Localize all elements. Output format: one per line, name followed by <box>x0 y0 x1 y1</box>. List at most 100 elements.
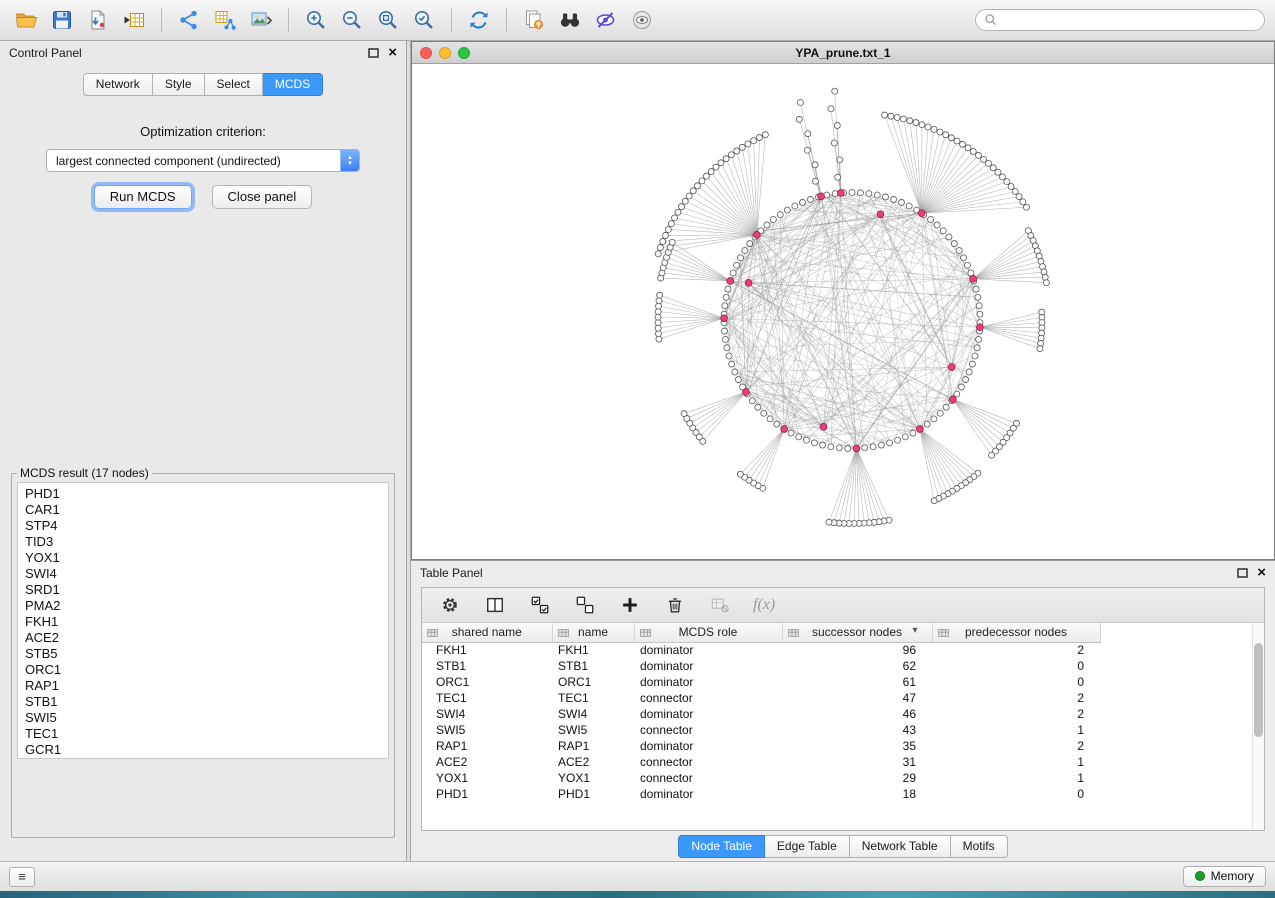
table-tab-network-table[interactable]: Network Table <box>850 835 951 858</box>
table-row[interactable]: SWI5SWI5connector431 <box>422 722 1112 738</box>
zoom-in-button[interactable] <box>300 5 332 35</box>
result-item[interactable]: YOX1 <box>25 550 388 566</box>
result-item[interactable]: SWI5 <box>25 710 388 726</box>
float-table-panel-icon[interactable] <box>1237 568 1248 578</box>
table-scrollbar[interactable] <box>1252 623 1264 830</box>
zoom-fit-button[interactable] <box>372 5 404 35</box>
window-zoom-icon[interactable] <box>458 47 470 59</box>
table-tab-node-table[interactable]: Node Table <box>678 835 765 858</box>
eye-icon <box>630 8 654 32</box>
tab-network[interactable]: Network <box>83 73 153 96</box>
close-table-panel-icon[interactable]: × <box>1257 568 1266 578</box>
result-item[interactable]: SWI4 <box>25 566 388 582</box>
select-all-icon <box>530 595 550 615</box>
result-item[interactable]: SRD1 <box>25 582 388 598</box>
split-columns-button[interactable] <box>483 593 507 617</box>
window-close-icon[interactable] <box>420 47 432 59</box>
export-image-button[interactable] <box>245 5 277 35</box>
tab-mcds[interactable]: MCDS <box>263 73 323 96</box>
table-row[interactable]: ORC1ORC1dominator610 <box>422 674 1112 690</box>
main-area: Control Panel × NetworkStyleSelectMCDS O… <box>0 41 1275 861</box>
close-panel-button[interactable]: Close panel <box>212 185 313 209</box>
column-header-shared-name[interactable]: shared name <box>422 623 552 642</box>
table-row[interactable]: SWI4SWI4dominator462 <box>422 706 1112 722</box>
result-item[interactable]: FKH1 <box>25 614 388 630</box>
result-item[interactable]: STB5 <box>25 646 388 662</box>
column-header-successor-nodes[interactable]: successor nodes▾ <box>782 623 932 642</box>
result-item[interactable]: STB1 <box>25 694 388 710</box>
table-row[interactable]: PHD1PHD1dominator180 <box>422 786 1112 802</box>
zoom-out-button[interactable] <box>336 5 368 35</box>
task-history-button[interactable]: ≡ <box>9 867 35 887</box>
hide-details-button[interactable] <box>590 5 622 35</box>
toolbar-search <box>975 9 1265 31</box>
table-row[interactable]: FKH1FKH1dominator962 <box>422 642 1112 658</box>
toolbar-separator <box>288 8 289 32</box>
scrollbar-thumb[interactable] <box>1254 643 1263 737</box>
float-panel-icon[interactable] <box>368 48 379 58</box>
result-item[interactable]: GCR1 <box>25 742 388 758</box>
open-folder-button[interactable] <box>10 5 42 35</box>
copy-share-button[interactable] <box>518 5 550 35</box>
window-minimize-icon[interactable] <box>439 47 451 59</box>
import-network-button[interactable] <box>82 5 114 35</box>
new-network-button[interactable] <box>173 5 205 35</box>
refresh-button[interactable] <box>463 5 495 35</box>
search-input[interactable] <box>1003 13 1256 27</box>
network-svg[interactable] <box>412 64 1274 559</box>
copy-share-icon <box>522 8 546 32</box>
import-table-icon <box>122 8 146 32</box>
table-frame: f(x) shared namenameMCDS rolesuccessor n… <box>421 587 1265 831</box>
toolbar-separator <box>161 8 162 32</box>
search-binoculars-button[interactable] <box>554 5 586 35</box>
column-grid-icon <box>788 628 799 638</box>
result-item[interactable]: PHD1 <box>25 486 388 502</box>
result-item[interactable]: PMA2 <box>25 598 388 614</box>
tab-style[interactable]: Style <box>153 73 205 96</box>
table-row[interactable]: RAP1RAP1dominator352 <box>422 738 1112 754</box>
table-tab-edge-table[interactable]: Edge Table <box>765 835 850 858</box>
result-item[interactable]: STP4 <box>25 518 388 534</box>
toolbar-separator <box>506 8 507 32</box>
result-item[interactable]: RAP1 <box>25 678 388 694</box>
memory-button[interactable]: Memory <box>1183 866 1266 887</box>
zoom-selected-button[interactable] <box>408 5 440 35</box>
criterion-value: largest connected component (undirected) <box>47 154 340 168</box>
network-canvas[interactable] <box>412 64 1274 559</box>
table-tab-motifs[interactable]: Motifs <box>951 835 1008 858</box>
right-area: YPA_prune.txt_1 Table Panel <box>411 41 1275 861</box>
network-from-table-button[interactable] <box>209 5 241 35</box>
select-all-button[interactable] <box>528 593 552 617</box>
column-grid-icon <box>558 628 569 638</box>
table-row[interactable]: ACE2ACE2connector311 <box>422 754 1112 770</box>
table-settings-button[interactable] <box>438 593 462 617</box>
column-header-name[interactable]: name <box>552 623 634 642</box>
run-mcds-button[interactable]: Run MCDS <box>94 185 192 209</box>
table-row[interactable]: YOX1YOX1connector291 <box>422 770 1112 786</box>
criterion-dropdown[interactable]: largest connected component (undirected)… <box>46 149 360 172</box>
result-item[interactable]: TEC1 <box>25 726 388 742</box>
result-item[interactable]: CAR1 <box>25 502 388 518</box>
tab-select[interactable]: Select <box>205 73 263 96</box>
function-builder-button[interactable]: f(x) <box>753 596 775 614</box>
application-window: Control Panel × NetworkStyleSelectMCDS O… <box>0 0 1275 898</box>
table-row[interactable]: TEC1TEC1connector472 <box>422 690 1112 706</box>
clear-selection-icon <box>575 595 595 615</box>
save-button[interactable] <box>46 5 78 35</box>
result-item[interactable]: ORC1 <box>25 662 388 678</box>
add-row-button[interactable] <box>618 593 642 617</box>
column-header-predecessor-nodes[interactable]: predecessor nodes <box>932 623 1100 642</box>
control-panel-title: Control Panel <box>9 46 82 60</box>
import-table-button[interactable] <box>118 5 150 35</box>
show-details-button[interactable] <box>626 5 658 35</box>
column-header-MCDS-role[interactable]: MCDS role <box>634 623 782 642</box>
open-folder-icon <box>14 8 38 32</box>
toolbar-separator <box>451 8 452 32</box>
result-item[interactable]: ACE2 <box>25 630 388 646</box>
result-item[interactable]: TID3 <box>25 534 388 550</box>
status-bar: ≡ Memory <box>0 861 1275 891</box>
table-row[interactable]: STB1STB1dominator620 <box>422 658 1112 674</box>
clear-selection-button[interactable] <box>573 593 597 617</box>
delete-row-button[interactable] <box>663 593 687 617</box>
close-panel-icon[interactable]: × <box>388 48 397 58</box>
